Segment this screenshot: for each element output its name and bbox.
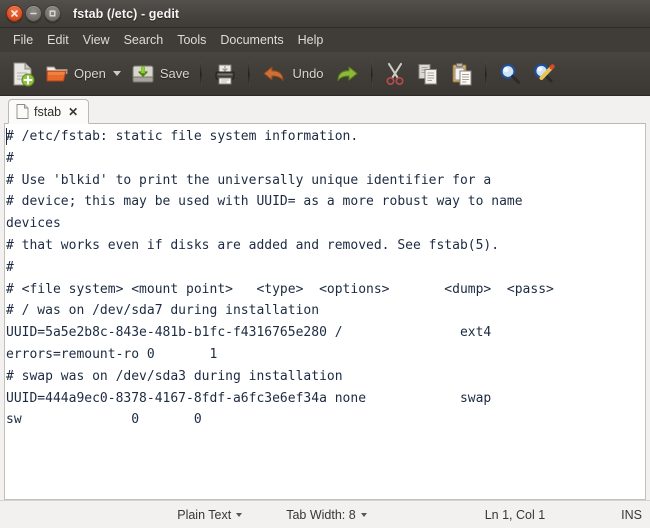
find-button[interactable] (493, 57, 527, 91)
cut-button[interactable] (379, 57, 411, 91)
close-window-button[interactable] (6, 5, 23, 22)
open-button[interactable]: Open (40, 57, 126, 91)
undo-button-label: Undo (292, 66, 323, 81)
minimize-icon (29, 9, 38, 18)
magnifier-icon (498, 62, 522, 86)
tab-fstab[interactable]: fstab ✕ (8, 99, 89, 124)
copy-icon (416, 62, 440, 86)
text-view-frame[interactable]: # /etc/fstab: static file system informa… (4, 124, 646, 500)
window-title: fstab (/etc) - gedit (73, 7, 179, 21)
copy-button[interactable] (411, 57, 445, 91)
menu-documents[interactable]: Documents (213, 31, 290, 49)
toolbar-separator (248, 62, 250, 86)
window-controls (6, 5, 61, 22)
document-notebook: fstab ✕ # /etc/fstab: static file system… (0, 96, 650, 500)
replace-button[interactable] (527, 57, 561, 91)
gedit-window: fstab (/etc) - gedit File Edit View Sear… (0, 0, 650, 528)
paste-button[interactable] (445, 57, 479, 91)
text-cursor (6, 128, 7, 145)
cursor-position: Ln 1, Col 1 (485, 508, 545, 522)
scissors-icon (384, 62, 406, 86)
open-button-label: Open (74, 66, 106, 81)
print-button[interactable] (208, 57, 242, 91)
menu-bar: File Edit View Search Tools Documents He… (0, 28, 650, 52)
language-selector[interactable]: Plain Text (177, 508, 242, 522)
text-view[interactable]: # /etc/fstab: static file system informa… (5, 124, 645, 431)
maximize-window-button[interactable] (44, 5, 61, 22)
document-icon (16, 104, 29, 119)
tab-label: fstab (34, 105, 61, 119)
toolbar: Open Save (0, 52, 650, 96)
redo-button[interactable] (329, 57, 365, 91)
find-replace-icon (532, 62, 556, 86)
cursor-position-label: Ln 1, Col 1 (485, 508, 545, 522)
language-label: Plain Text (177, 508, 231, 522)
redo-arrow-icon (334, 63, 360, 85)
printer-icon (213, 62, 237, 86)
menu-edit[interactable]: Edit (40, 31, 76, 49)
insert-mode-indicator: INS (621, 508, 642, 522)
menu-view[interactable]: View (76, 31, 117, 49)
clipboard-paste-icon (450, 62, 474, 86)
chevron-down-icon[interactable] (361, 513, 367, 517)
save-icon (131, 62, 155, 86)
toolbar-separator (371, 62, 373, 86)
minimize-window-button[interactable] (25, 5, 42, 22)
tab-width-label: Tab Width: 8 (286, 508, 355, 522)
save-button[interactable]: Save (126, 57, 195, 91)
menu-file[interactable]: File (6, 31, 40, 49)
chevron-down-icon[interactable] (113, 71, 121, 76)
new-document-icon (11, 61, 35, 87)
new-document-button[interactable] (6, 57, 40, 91)
tab-width-selector[interactable]: Tab Width: 8 (286, 508, 366, 522)
tab-close-button[interactable]: ✕ (66, 105, 80, 119)
tab-strip: fstab ✕ (4, 96, 646, 124)
insert-mode-label: INS (621, 508, 642, 522)
undo-arrow-icon (261, 63, 287, 85)
undo-button[interactable]: Undo (256, 57, 328, 91)
toolbar-separator (485, 62, 487, 86)
toolbar-separator (200, 62, 202, 86)
status-bar: Plain Text Tab Width: 8 Ln 1, Col 1 INS (0, 500, 650, 528)
menu-help[interactable]: Help (291, 31, 331, 49)
chevron-down-icon[interactable] (236, 513, 242, 517)
open-folder-icon (45, 62, 69, 86)
menu-search[interactable]: Search (117, 31, 171, 49)
save-button-label: Save (160, 66, 190, 81)
close-icon (10, 9, 19, 18)
title-bar: fstab (/etc) - gedit (0, 0, 650, 28)
maximize-icon (48, 9, 57, 18)
menu-tools[interactable]: Tools (170, 31, 213, 49)
